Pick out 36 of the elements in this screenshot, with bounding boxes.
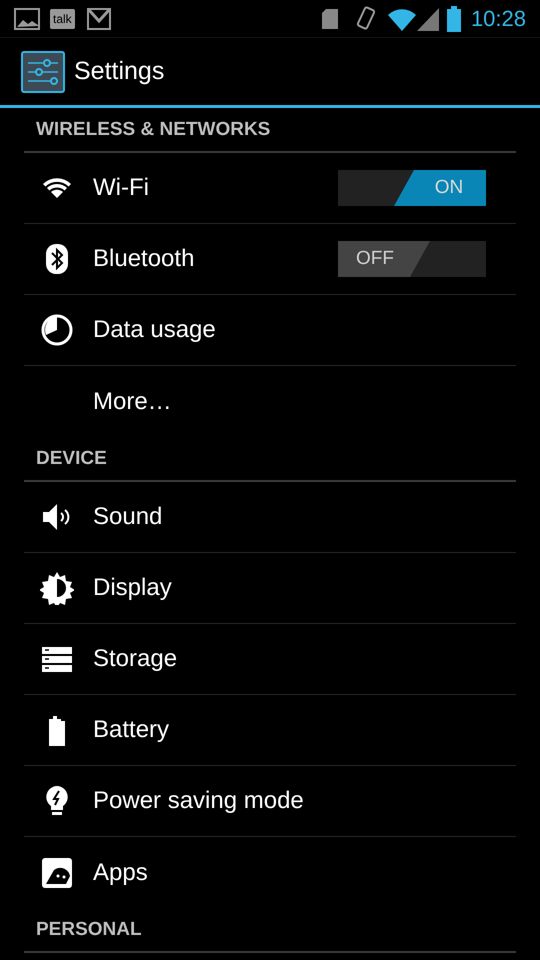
settings-item[interactable]: Display: [24, 553, 516, 624]
mail-icon: [86, 8, 111, 30]
toggle-switch[interactable]: OFF: [338, 241, 486, 277]
item-label: Apps: [93, 858, 149, 888]
settings-app-icon[interactable]: [21, 50, 65, 92]
brightness-icon: [40, 571, 74, 605]
item-label: More…: [93, 386, 173, 416]
item-label: Storage: [93, 644, 178, 674]
section-header: PERSONAL: [35, 918, 142, 942]
settings-item[interactable]: Battery: [24, 695, 516, 766]
picture-notification-icon: [14, 8, 40, 30]
battery-status-icon: [446, 6, 461, 32]
wifi-signal-icon: [386, 6, 417, 30]
talk-icon: talk: [50, 8, 75, 28]
section-header: DEVICE: [35, 446, 107, 470]
settings-item[interactable]: More…: [24, 366, 516, 437]
settings-item[interactable]: Wi-Fi ON: [24, 153, 516, 224]
item-label: Display: [93, 573, 173, 603]
settings-item[interactable]: Storage: [24, 624, 516, 695]
settings-item[interactable]: Data usage: [24, 295, 516, 366]
item-label: Wi-Fi: [93, 173, 150, 203]
section-header: WIRELESS & NETWORKS: [35, 118, 270, 142]
item-label: Power saving mode: [93, 786, 305, 816]
item-label: Battery: [93, 715, 170, 745]
item-label: Bluetooth: [93, 244, 196, 274]
item-label: Sound: [93, 502, 164, 532]
settings-item[interactable]: Sound: [24, 482, 516, 553]
item-label: Data usage: [93, 315, 217, 345]
clock-time: 10:28: [470, 5, 526, 33]
pie-chart-icon: [40, 313, 74, 347]
settings-item[interactable]: Apps: [24, 837, 516, 908]
sim-card-icon: [320, 8, 339, 30]
settings-item[interactable]: Bluetooth OFF: [24, 224, 516, 295]
cell-signal-icon: [416, 6, 439, 30]
screen-title: Settings: [74, 56, 164, 87]
settings-item[interactable]: Power saving mode: [24, 766, 516, 837]
